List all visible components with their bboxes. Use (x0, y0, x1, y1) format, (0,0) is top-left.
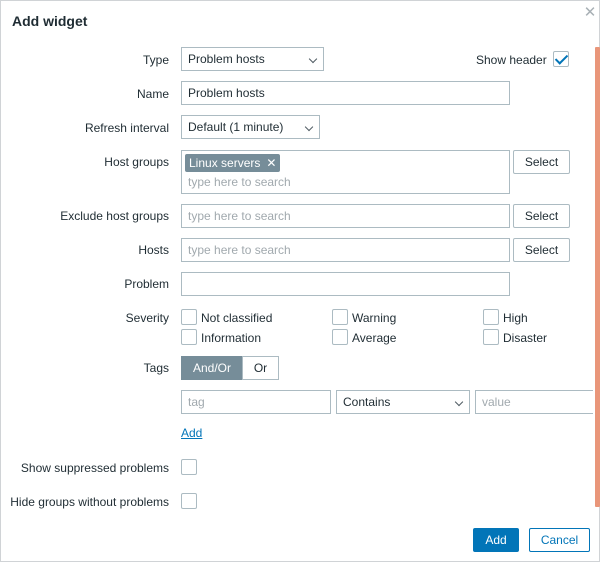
add-tag-link[interactable]: Add (181, 426, 202, 440)
add-widget-dialog: Add widget ✕ Type Problem hosts Show hea… (0, 0, 600, 562)
host-group-tag-label: Linux servers (189, 156, 261, 170)
hosts-input[interactable]: type here to search (181, 238, 510, 262)
add-button[interactable]: Add (473, 528, 519, 552)
exclude-host-groups-placeholder: type here to search (188, 209, 291, 223)
hide-groups-label: Hide groups without problems (10, 495, 169, 509)
severity-information-checkbox[interactable] (181, 329, 197, 345)
problem-input[interactable] (181, 272, 510, 296)
dialog-title: Add widget (12, 13, 88, 29)
severity-warning-checkbox[interactable] (332, 309, 348, 325)
tag-operator-value: Contains (343, 395, 391, 409)
chevron-down-icon (304, 122, 314, 132)
tag-name-input[interactable]: tag (181, 390, 331, 414)
severity-disaster-label: Disaster (503, 331, 548, 345)
show-header-checkbox[interactable] (553, 51, 569, 67)
host-groups-select-button[interactable]: Select (513, 150, 570, 174)
show-header-label: Show header (476, 53, 547, 67)
refresh-interval-select[interactable]: Default (1 minute) (181, 115, 320, 139)
severity-average-checkbox[interactable] (332, 329, 348, 345)
tag-value-input[interactable]: value (475, 390, 593, 414)
exclude-host-groups-select-button[interactable]: Select (513, 204, 570, 228)
host-group-tag: Linux servers ✕ (185, 154, 281, 172)
type-label: Type (142, 53, 169, 67)
refresh-interval-value: Default (1 minute) (188, 120, 284, 134)
severity-not-classified-label: Not classified (201, 311, 273, 325)
tag-operator-select[interactable]: Contains (336, 390, 470, 414)
tags-and-or-toggle[interactable]: And/Or (181, 356, 243, 380)
exclude-host-groups-label: Exclude host groups (60, 209, 169, 223)
severity-warning-label: Warning (352, 311, 397, 325)
tag-value-placeholder: value (482, 395, 511, 409)
scrollbar-thumb[interactable] (595, 47, 600, 507)
severity-information-label: Information (201, 331, 262, 345)
refresh-interval-label: Refresh interval (84, 121, 169, 135)
problem-label: Problem (124, 277, 169, 291)
hide-groups-checkbox[interactable] (181, 493, 197, 509)
cancel-button[interactable]: Cancel (529, 528, 590, 552)
type-select[interactable]: Problem hosts (181, 47, 324, 71)
exclude-host-groups-input[interactable]: type here to search (181, 204, 510, 228)
severity-average-label: Average (352, 331, 397, 345)
severity-not-classified-checkbox[interactable] (181, 309, 197, 325)
name-input[interactable]: Problem hosts (181, 81, 510, 105)
severity-high-label: High (503, 311, 528, 325)
show-suppressed-label: Show suppressed problems (20, 461, 169, 475)
hosts-label: Hosts (138, 243, 169, 257)
show-suppressed-checkbox[interactable] (181, 459, 197, 475)
host-groups-label: Host groups (104, 155, 169, 169)
hosts-placeholder: type here to search (188, 243, 291, 257)
name-label: Name (136, 87, 169, 101)
severity-label: Severity (125, 311, 169, 325)
close-icon[interactable]: ✕ (583, 5, 597, 20)
severity-disaster-checkbox[interactable] (483, 329, 499, 345)
tags-or-toggle[interactable]: Or (242, 356, 279, 380)
host-groups-multiselect[interactable]: Linux servers ✕ type here to search (181, 150, 510, 194)
severity-high-checkbox[interactable] (483, 309, 499, 325)
tags-label: Tags (143, 361, 169, 375)
chevron-down-icon (308, 54, 318, 64)
host-groups-search-input[interactable]: type here to search (188, 175, 291, 189)
hosts-select-button[interactable]: Select (513, 238, 570, 262)
remove-icon[interactable]: ✕ (266, 154, 276, 172)
name-input-value: Problem hosts (188, 86, 265, 100)
tag-name-placeholder: tag (188, 395, 205, 409)
type-select-value: Problem hosts (188, 52, 265, 66)
chevron-down-icon (454, 397, 464, 407)
